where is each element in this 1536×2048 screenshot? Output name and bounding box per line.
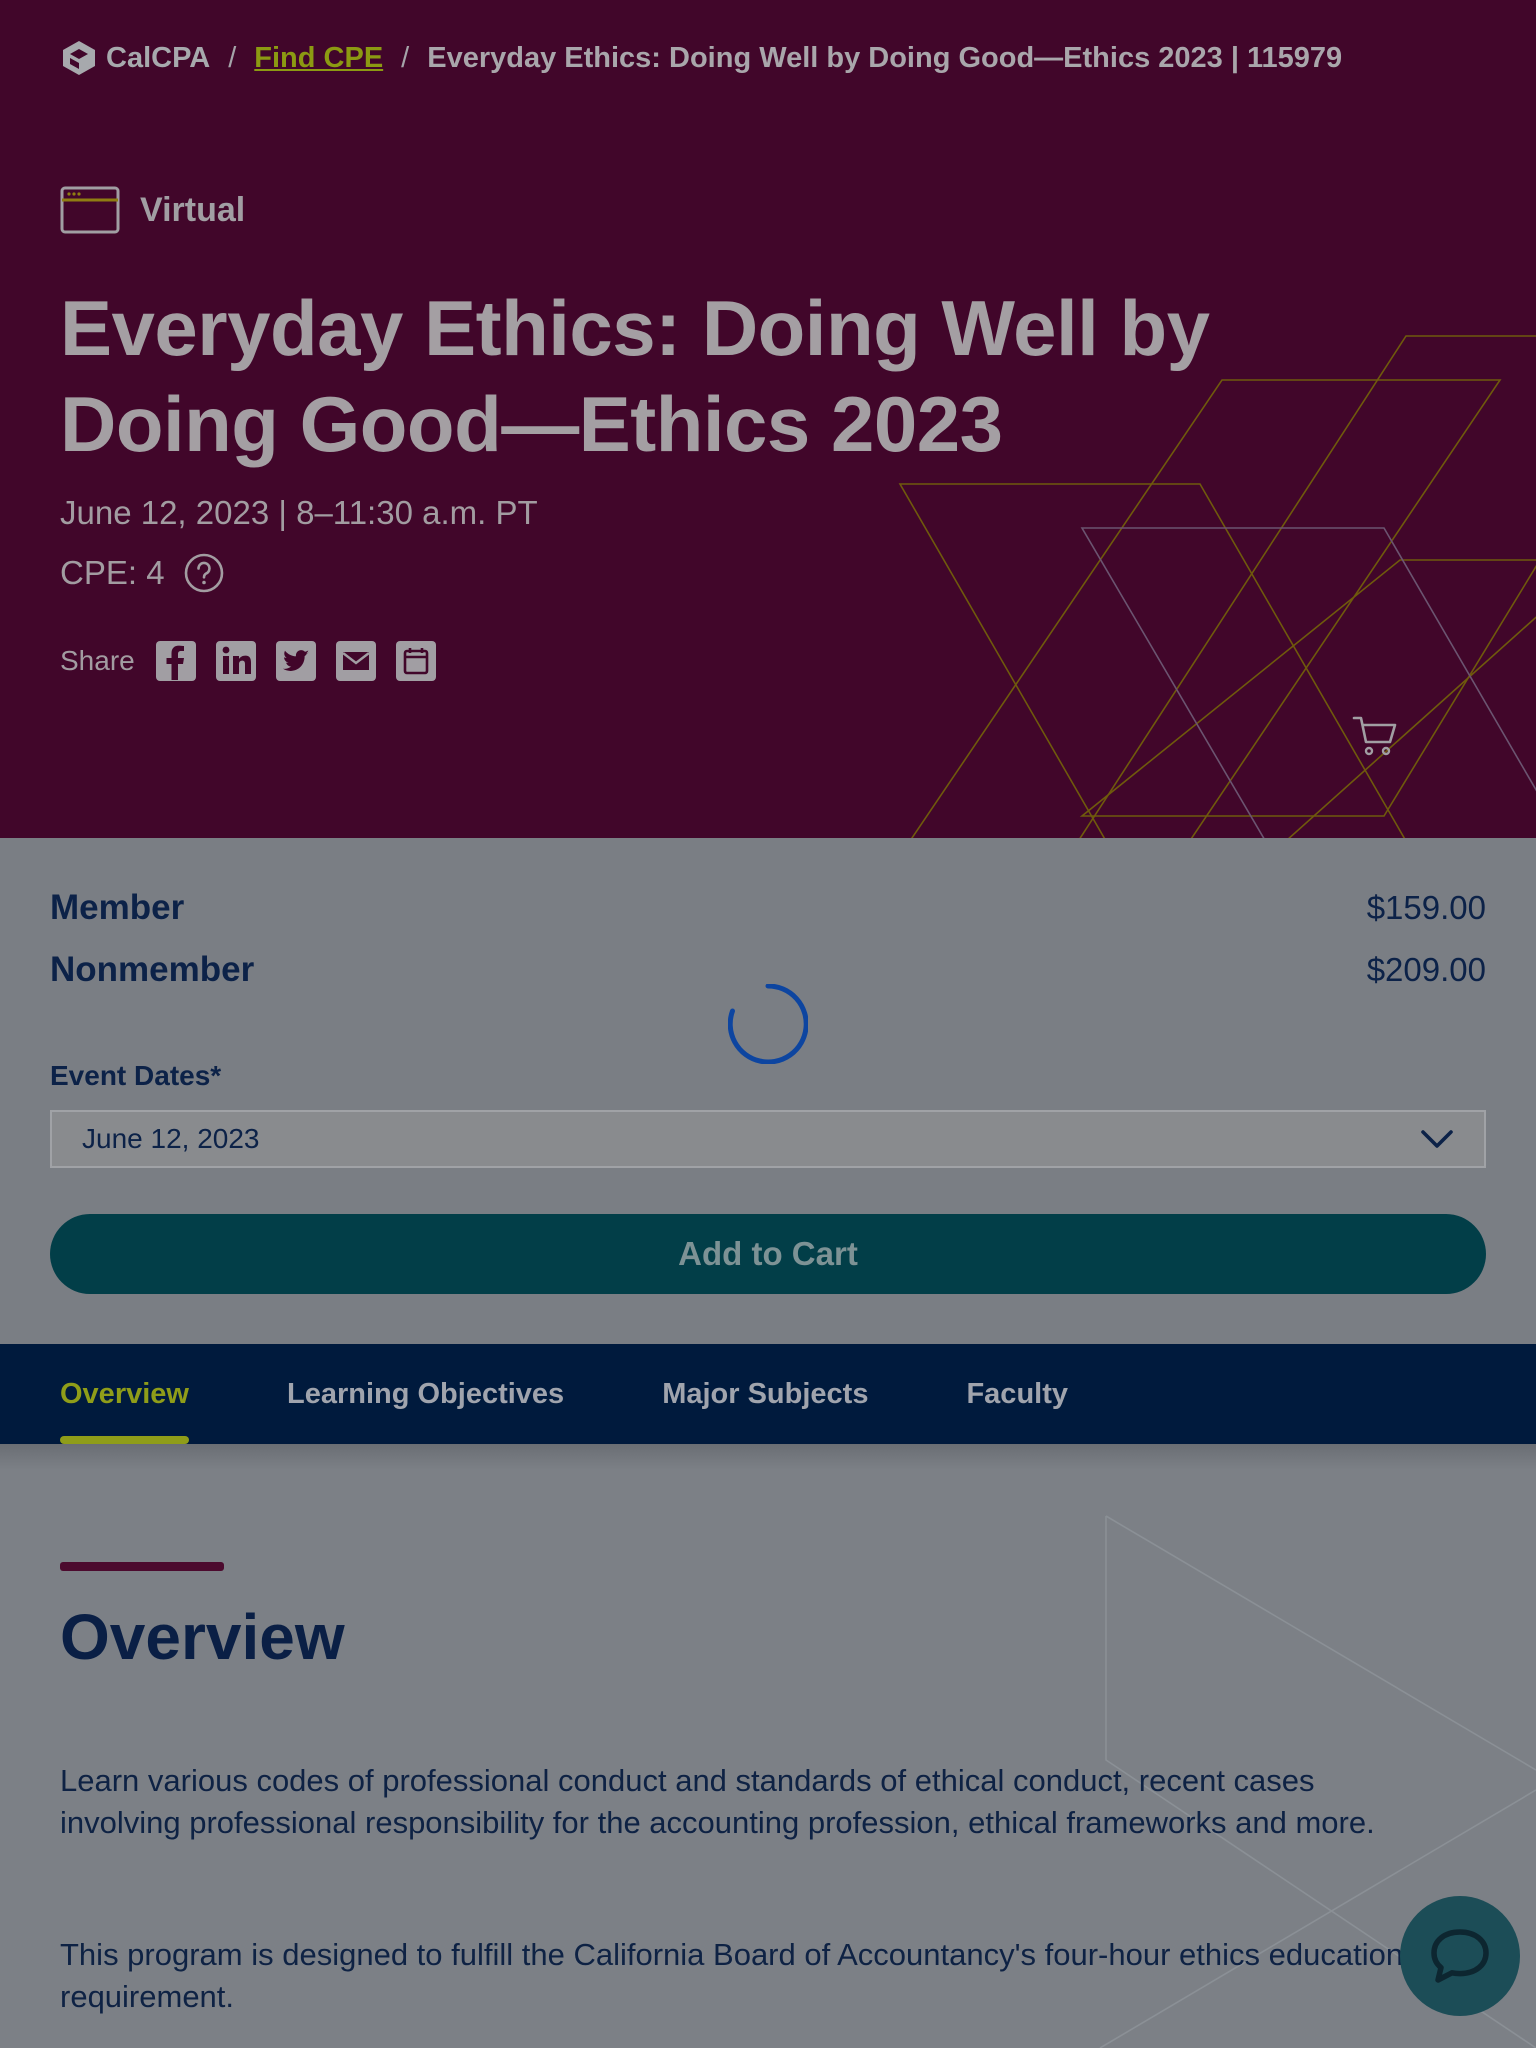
overview-paragraph: This program is designed to fulfill the … (60, 1937, 1404, 2014)
breadcrumb-link-find-cpe[interactable]: Find CPE (254, 42, 383, 75)
share-label: Share (60, 645, 135, 676)
nonmember-price: $209.00 (1366, 951, 1486, 988)
shopping-cart-icon[interactable] (1352, 714, 1398, 758)
breadcrumb-current-page: Everyday Ethics: Doing Well by Doing Goo… (427, 41, 1343, 74)
chat-button[interactable] (1400, 1896, 1520, 2016)
cpe-credits: CPE: 4 (60, 552, 225, 594)
member-label: Member (50, 888, 185, 927)
tab-label: Overview (60, 1377, 189, 1410)
breadcrumb-separator: / (228, 41, 237, 74)
tab-major-subjects[interactable]: Major Subjects (662, 1344, 868, 1444)
tab-label: Major Subjects (662, 1377, 869, 1410)
member-price: $159.00 (1366, 889, 1486, 926)
event-date-select[interactable]: June 12, 2023 (50, 1110, 1486, 1168)
event-date-time: June 12, 2023 | 8–11:30 a.m. PT (60, 494, 538, 531)
email-icon[interactable] (335, 640, 377, 682)
tab-faculty[interactable]: Faculty (966, 1344, 1068, 1444)
active-tab-indicator (60, 1436, 189, 1444)
question-circle-icon[interactable] (183, 552, 225, 594)
event-hero: CalCPA / Find CPE / Everyday Ethics: Doi… (0, 0, 1536, 838)
loading-spinner-icon (728, 984, 808, 1064)
overview-heading: Overview (60, 1601, 345, 1673)
event-dates-label: Event Dates* (50, 1060, 222, 1091)
twitter-icon[interactable] (275, 640, 317, 682)
facebook-icon[interactable] (155, 640, 197, 682)
section-tabs: Overview Learning Objectives Major Subje… (0, 1344, 1536, 1444)
cpe-credits-text: CPE: 4 (60, 554, 165, 591)
tab-label: Faculty (966, 1377, 1068, 1410)
chevron-down-icon (1421, 1130, 1453, 1148)
section-accent-bar (60, 1562, 224, 1571)
event-title: Everyday Ethics: Doing Well by Doing Goo… (60, 284, 1210, 468)
tabs-shadow (0, 1444, 1536, 1470)
nonmember-label: Nonmember (50, 950, 255, 989)
calendar-icon[interactable] (395, 640, 437, 682)
tab-label: Learning Objectives (286, 1377, 565, 1410)
calcpa-logo-mark-icon (63, 41, 95, 75)
calcpa-logo[interactable]: CalCPA (60, 39, 210, 77)
breadcrumb: CalCPA / Find CPE / Everyday Ethics: Doi… (60, 38, 1342, 78)
share-bar: Share (60, 640, 437, 682)
breadcrumb-separator: / (401, 41, 410, 74)
tab-learning-objectives[interactable]: Learning Objectives (287, 1344, 564, 1444)
add-to-cart-button[interactable]: Add to Cart (50, 1214, 1486, 1294)
event-format: Virtual (60, 186, 245, 234)
event-format-label: Virtual (140, 190, 246, 229)
tab-overview[interactable]: Overview (60, 1344, 189, 1444)
overview-paragraph: Learn various codes of professional cond… (60, 1763, 1375, 1840)
pricing-panel: Member $159.00 Nonmember $209.00 Event D… (0, 838, 1536, 1344)
logo-text: CalCPA (106, 41, 211, 74)
chat-bubble-icon (1431, 1929, 1489, 1983)
browser-window-icon (60, 186, 120, 234)
linkedin-icon[interactable] (215, 640, 257, 682)
member-price-row: Member $159.00 (50, 888, 1486, 928)
event-date-selected-value: June 12, 2023 (82, 1123, 260, 1154)
